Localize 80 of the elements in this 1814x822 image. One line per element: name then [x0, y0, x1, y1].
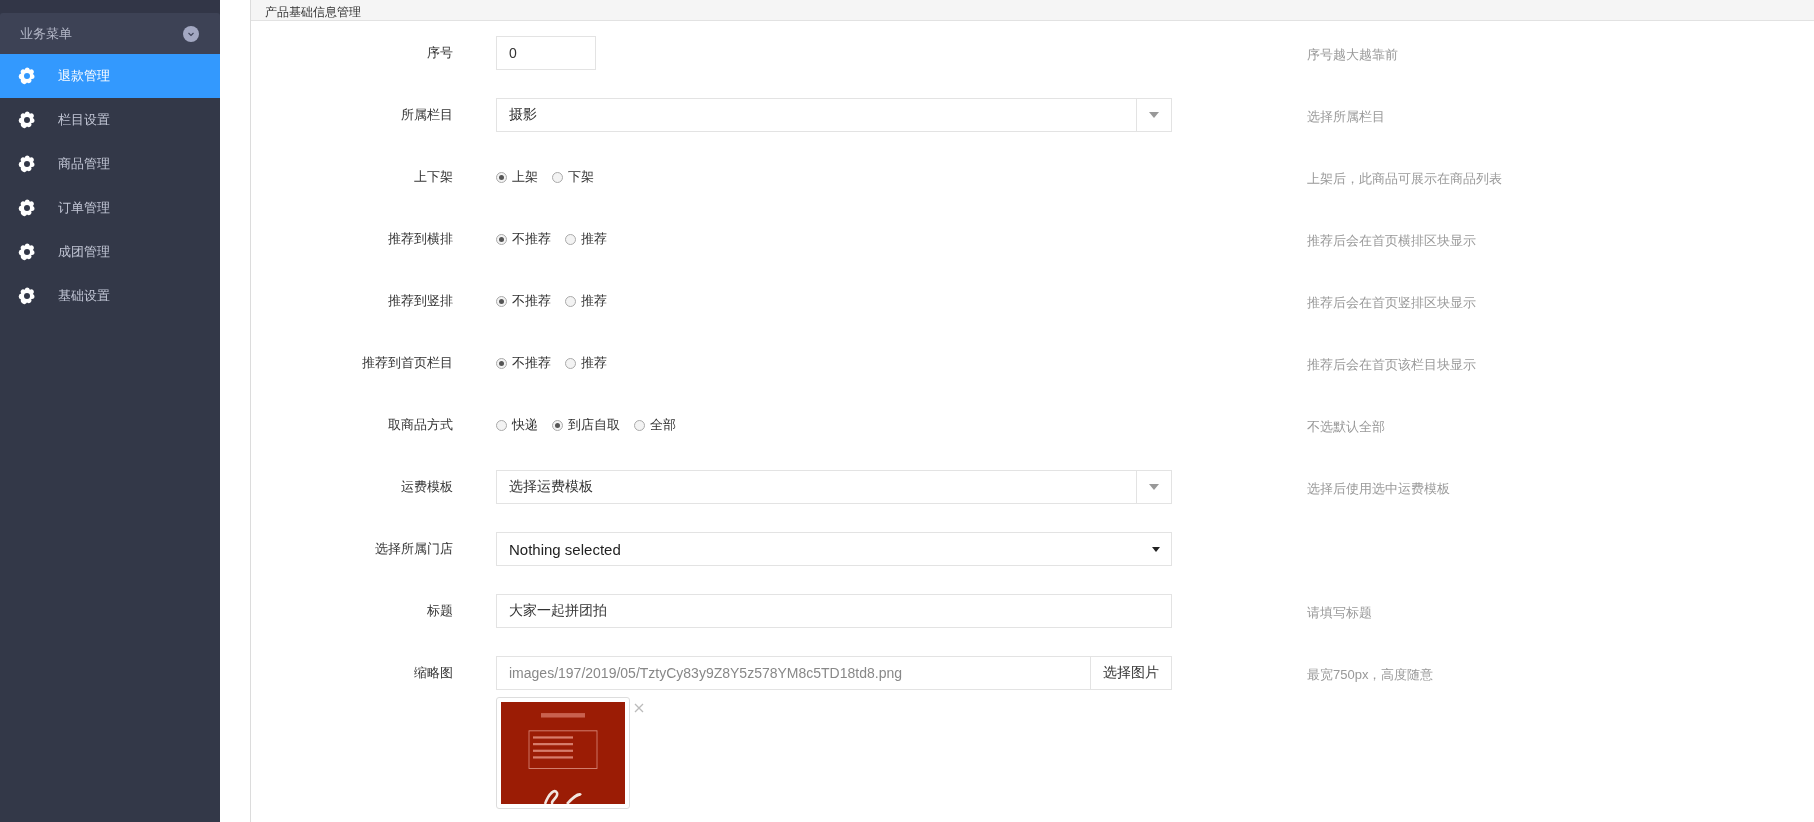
radio-label: 推荐 — [581, 354, 607, 372]
field-label: 推荐到横排 — [387, 230, 453, 248]
radio-label: 推荐 — [581, 292, 607, 310]
radio-option[interactable]: 推荐 — [565, 230, 607, 248]
field-label: 取商品方式 — [387, 416, 453, 434]
radio-label: 到店自取 — [568, 416, 620, 434]
field-label: 运费模板 — [400, 478, 453, 496]
gear-icon — [17, 242, 37, 262]
radio-button[interactable] — [565, 233, 576, 245]
radio-option[interactable]: 上架 — [496, 168, 538, 186]
help-text: 选择后使用选中运费模板 — [1307, 481, 1450, 496]
help-text: 不选默认全部 — [1307, 419, 1385, 434]
radio-button[interactable] — [565, 295, 576, 307]
help-text: 推荐后会在首页竖排区块显示 — [1307, 295, 1476, 310]
radio-button[interactable] — [496, 295, 507, 307]
gear-icon — [17, 198, 37, 218]
radio-label: 不推荐 — [512, 354, 551, 372]
radio-button[interactable] — [496, 171, 507, 183]
choose-image-button[interactable]: 选择图片 — [1090, 656, 1172, 690]
radio-option[interactable]: 不推荐 — [496, 230, 551, 248]
dropdown-arrow-icon — [1149, 112, 1159, 118]
radio-label: 快递 — [512, 416, 538, 434]
help-text: 最宽750px，高度随意 — [1307, 667, 1434, 682]
radio-label: 不推荐 — [512, 230, 551, 248]
radio-option[interactable]: 不推荐 — [496, 292, 551, 310]
radio-button[interactable] — [496, 357, 507, 369]
radio-option[interactable]: 全部 — [634, 416, 676, 434]
radio-option[interactable]: 不推荐 — [496, 354, 551, 372]
radio-option[interactable]: 推荐 — [565, 354, 607, 372]
radio-button[interactable] — [565, 357, 576, 369]
radio-button[interactable] — [552, 419, 563, 431]
gear-icon — [17, 154, 37, 174]
dropdown-field[interactable]: Nothing selected — [496, 532, 1172, 566]
sidebar-item[interactable]: 订单管理 — [0, 186, 220, 230]
radio-label: 全部 — [650, 416, 676, 434]
sidebar-item[interactable]: 成团管理 — [0, 230, 220, 274]
field-label: 所属栏目 — [400, 106, 453, 124]
field-label: 标题 — [426, 602, 453, 620]
menu-header[interactable]: 业务菜单 — [0, 13, 220, 54]
help-text: 请填写标题 — [1307, 605, 1372, 620]
sidebar-item[interactable]: 栏目设置 — [0, 98, 220, 142]
sidebar-item[interactable]: 商品管理 — [0, 142, 220, 186]
field-label: 推荐到首页栏目 — [361, 354, 453, 372]
remove-icon — [634, 703, 644, 713]
radio-label: 上架 — [512, 168, 538, 186]
radio-button[interactable] — [634, 419, 645, 431]
radio-button[interactable] — [552, 171, 563, 183]
help-text: 推荐后会在首页横排区块显示 — [1307, 233, 1476, 248]
dropdown-arrow-icon — [1149, 484, 1159, 490]
gear-icon — [17, 110, 37, 130]
radio-option[interactable]: 推荐 — [565, 292, 607, 310]
radio-label: 推荐 — [581, 230, 607, 248]
radio-button[interactable] — [496, 233, 507, 245]
radio-option[interactable]: 到店自取 — [552, 416, 620, 434]
help-text: 选择所属栏目 — [1307, 109, 1385, 124]
radio-option[interactable]: 快递 — [496, 416, 538, 434]
field-label: 选择所属门店 — [374, 540, 453, 558]
radio-button[interactable] — [496, 419, 507, 431]
number-field[interactable]: 0 — [496, 36, 596, 70]
caret-icon — [1152, 546, 1160, 552]
select-field[interactable]: 选择运费模板 — [496, 470, 1172, 504]
radio-label: 下架 — [568, 168, 594, 186]
gear-icon — [17, 66, 37, 86]
field-label: 序号 — [426, 44, 453, 62]
path-field[interactable]: images/197/2019/05/TztyCy83y9Z8Y5z578YM8c5TD18td8.png — [496, 656, 1090, 690]
radio-option[interactable]: 下架 — [552, 168, 594, 186]
radio-label: 不推荐 — [512, 292, 551, 310]
gear-icon — [17, 286, 37, 306]
field-label: 上下架 — [413, 168, 453, 186]
menu-title: 业务菜单 — [20, 24, 72, 43]
text-field[interactable]: 大家一起拼团拍 — [496, 594, 1172, 628]
sidebar-item[interactable]: 基础设置 — [0, 274, 220, 318]
select-field[interactable]: 摄影 — [496, 98, 1172, 132]
field-label: 缩略图 — [413, 664, 453, 682]
collapse-icon — [183, 25, 199, 42]
panel-title: 产品基础信息管理 — [265, 4, 361, 20]
help-text: 上架后，此商品可展示在商品列表 — [1307, 171, 1502, 186]
help-text: 推荐后会在首页该栏目块显示 — [1307, 357, 1476, 372]
help-text: 序号越大越靠前 — [1307, 47, 1398, 62]
field-label: 推荐到竖排 — [387, 292, 453, 310]
